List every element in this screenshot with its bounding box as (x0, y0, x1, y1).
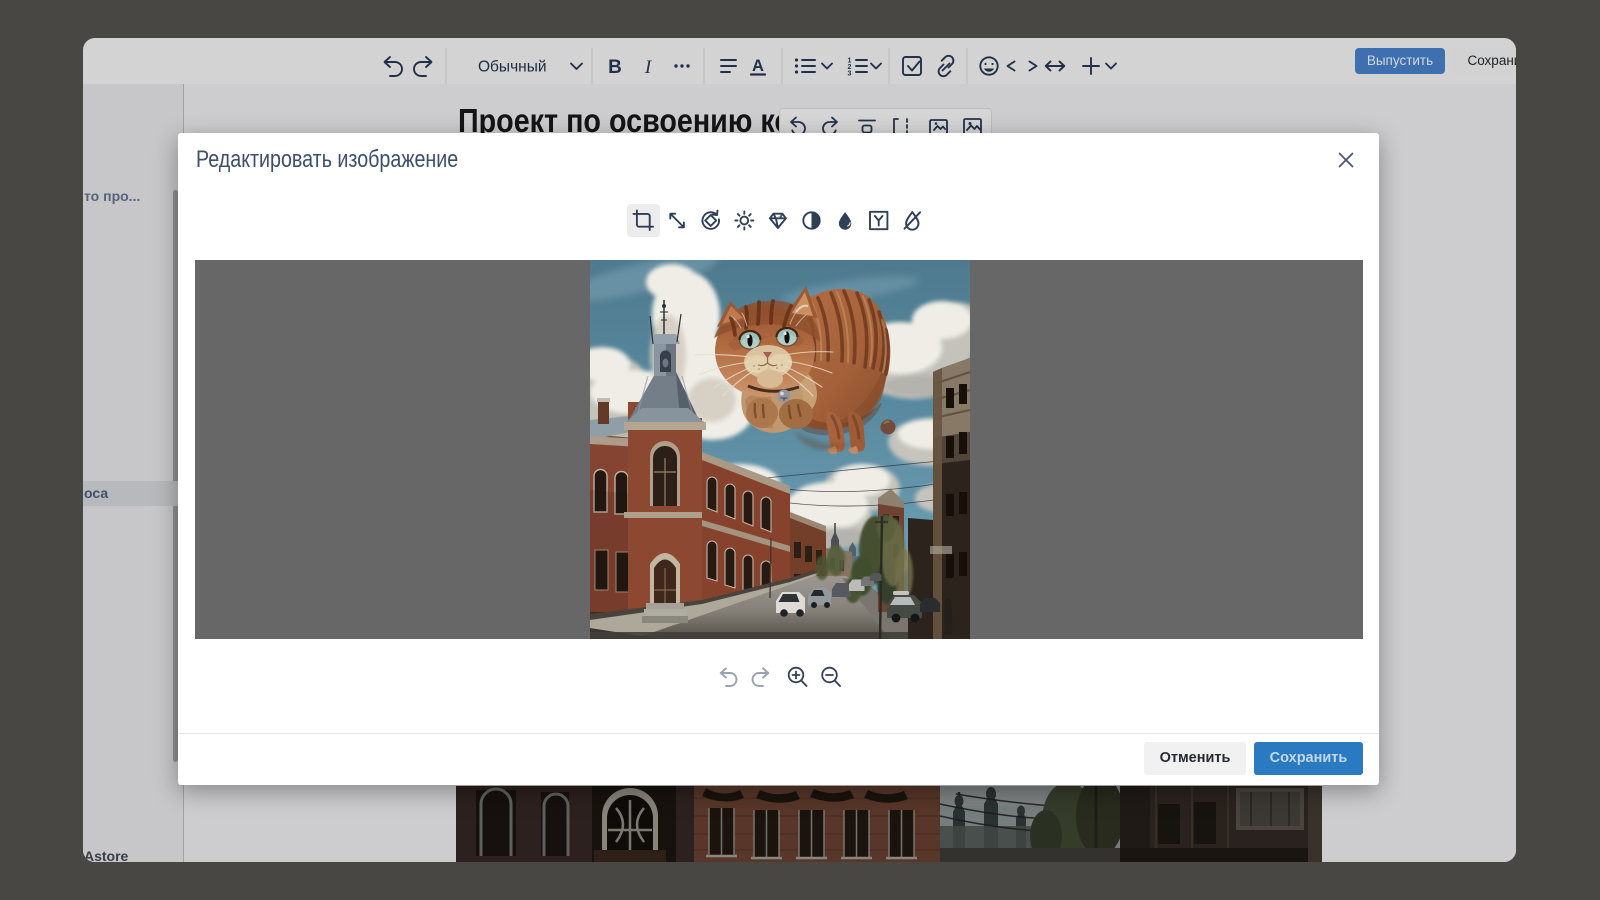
svg-text:B: B (608, 57, 622, 78)
svg-text:3: 3 (848, 71, 852, 78)
svg-text:A: A (752, 57, 764, 75)
svg-text:I: I (644, 57, 653, 78)
svg-text:Обычный: Обычный (478, 59, 547, 76)
